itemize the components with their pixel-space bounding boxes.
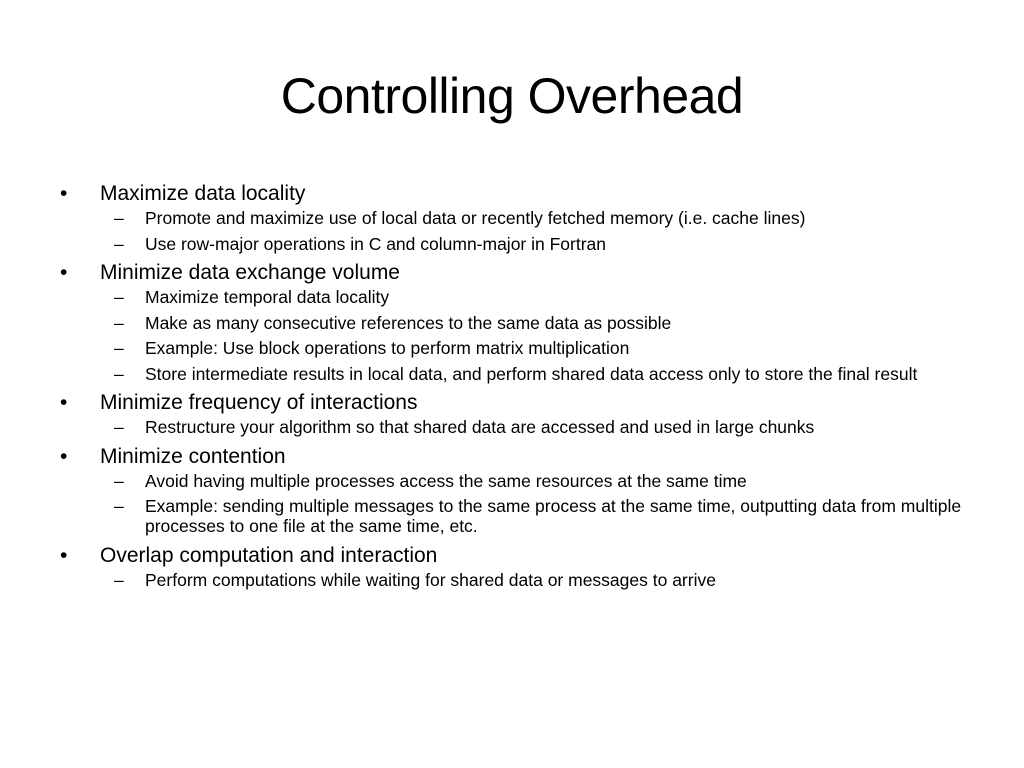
sub-bullet-text: Avoid having multiple processes access t… [145, 470, 747, 491]
bullet-icon: • [60, 182, 68, 205]
bullet-text: Minimize frequency of interactions [100, 391, 418, 414]
dash-icon: – [114, 312, 124, 333]
sub-bullet-item: – Use row-major operations in C and colum… [0, 234, 1024, 254]
sub-bullet-text: Use row-major operations in C and column… [145, 233, 607, 254]
bullet-icon: • [60, 261, 68, 284]
slide-body: • Maximize data locality – Promote and ma… [0, 180, 1024, 595]
dash-icon: – [114, 208, 124, 228]
sub-bullet-item: – Restructure your algorithm so that shar… [0, 417, 1024, 437]
bullet-icon: • [60, 391, 68, 414]
bullet-item: • Minimize contention [0, 443, 1024, 471]
sub-bullet-text: Restructure your algorithm so that share… [145, 417, 815, 437]
sub-bullet-item: – Store intermediate results in local dat… [0, 364, 1024, 384]
bullet-text: Maximize data locality [100, 182, 306, 205]
dash-icon: – [114, 569, 124, 590]
sub-bullet-item: – Promote and maximize use of local data … [0, 208, 1024, 228]
sub-bullet-text: Example: Use block operations to perform… [145, 338, 630, 358]
sub-bullet-item: – Example: sending multiple messages to t… [0, 496, 1024, 536]
bullet-item: • Overlap computation and interaction [0, 542, 1024, 570]
sub-bullet-item: – Example: Use block operations to perfor… [0, 338, 1024, 358]
dash-icon: – [114, 338, 124, 358]
dash-icon: – [114, 287, 124, 307]
dash-icon: – [114, 363, 124, 384]
sub-bullet-item: – Avoid having multiple processes access … [0, 471, 1024, 491]
slide-title: Controlling Overhead [280, 68, 744, 124]
sub-bullet-item: – Make as many consecutive references to … [0, 313, 1024, 333]
sub-bullet-text: Make as many consecutive references to t… [145, 312, 672, 333]
bullet-item: • Maximize data locality [0, 180, 1024, 208]
dash-icon: – [114, 496, 124, 516]
bullet-icon: • [60, 444, 68, 468]
bullet-text: Overlap computation and interaction [100, 543, 438, 567]
bullet-text: Minimize contention [100, 444, 286, 468]
sub-bullet-text: Store intermediate results in local data… [145, 363, 918, 384]
bullet-item: • Minimize frequency of interactions [0, 389, 1024, 417]
sub-bullet-text: Example: sending multiple messages to th… [145, 496, 962, 536]
bullet-text: Minimize data exchange volume [100, 261, 400, 284]
bullet-icon: • [60, 543, 68, 567]
sub-bullet-item: – Maximize temporal data locality [0, 287, 1024, 307]
bullet-item: • Minimize data exchange volume [0, 259, 1024, 287]
dash-icon: – [114, 470, 124, 491]
sub-bullet-text: Maximize temporal data locality [145, 287, 390, 307]
sub-bullet-text: Promote and maximize use of local data o… [145, 208, 806, 228]
dash-icon: – [114, 233, 124, 254]
sub-bullet-item: – Perform computations while waiting for … [0, 570, 1024, 590]
sub-bullet-text: Perform computations while waiting for s… [145, 569, 716, 590]
dash-icon: – [114, 417, 124, 437]
